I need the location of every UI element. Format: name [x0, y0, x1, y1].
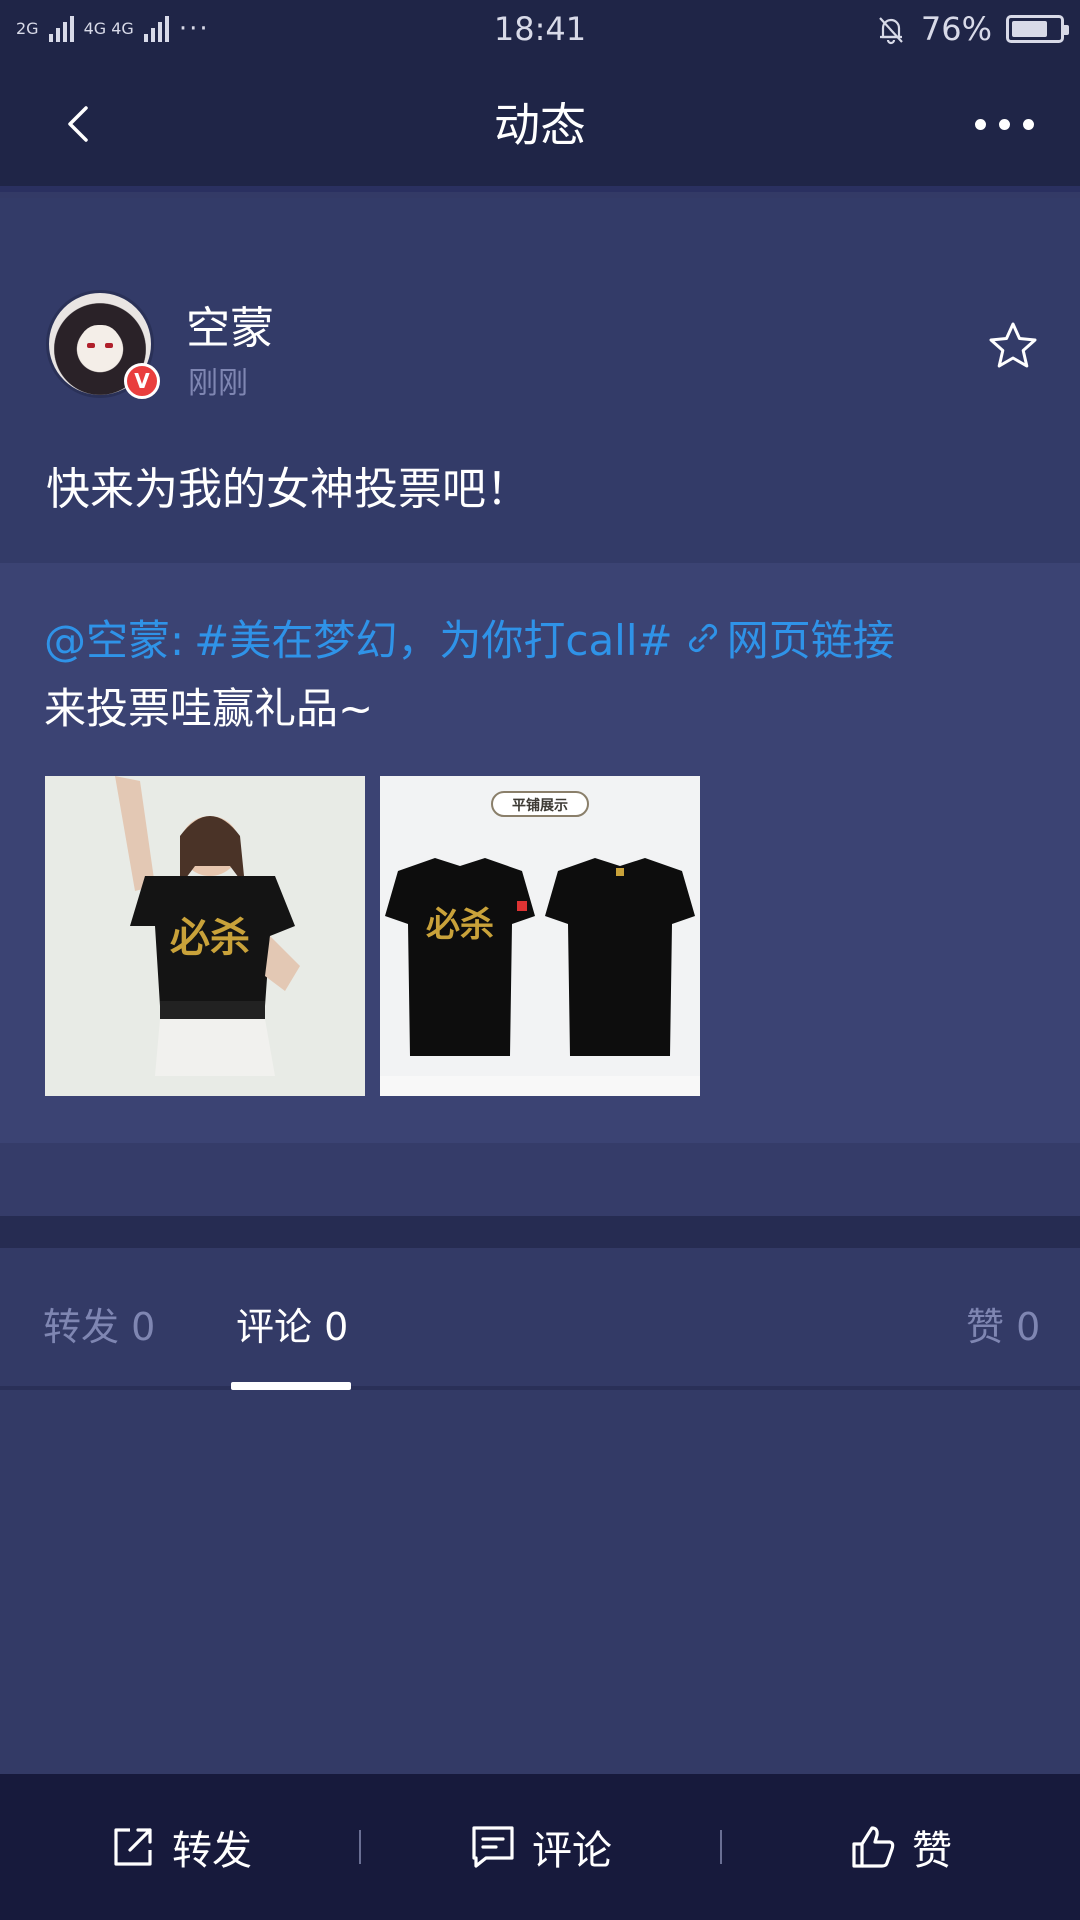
post-header: V 空蒙 刚刚 快来为我的女神投票吧！ [0, 198, 1080, 563]
avatar-eye [87, 343, 95, 348]
username[interactable]: 空蒙 [186, 292, 274, 356]
more-dot [998, 118, 1010, 130]
tab-forward[interactable]: 转发 0 [43, 1296, 155, 1351]
photo-tshirt-flat-display: 平铺展示 必杀 [380, 776, 700, 1096]
favorite-button[interactable] [985, 318, 1041, 374]
post-text: 快来为我的女神投票吧！ [46, 464, 530, 515]
action-separator [720, 1830, 722, 1864]
back-button[interactable] [52, 96, 108, 152]
status-right: 76% [734, 10, 1069, 48]
signal-icon [48, 16, 74, 42]
active-tab-indicator [231, 1382, 351, 1390]
more-dot [974, 118, 986, 130]
battery-fill [1012, 21, 1047, 37]
nav-bar: 动态 [0, 58, 1080, 192]
web-link[interactable]: 网页链接 [727, 607, 895, 668]
bottom-action-bar: 转发 评论 赞 [0, 1774, 1080, 1920]
image-thumbnail-2[interactable]: 平铺展示 必杀 [380, 776, 700, 1096]
content-spacer [0, 1143, 1080, 1216]
battery-icon [1006, 15, 1069, 43]
photo-model-black-tee: 必杀 [45, 776, 365, 1096]
comment-button[interactable]: 评论 [360, 1774, 720, 1920]
more-notifications-icon: ··· [178, 14, 210, 44]
section-divider [0, 1216, 1080, 1248]
forward-button[interactable]: 转发 [0, 1774, 360, 1920]
link-icon [688, 623, 717, 652]
comments-area [0, 1394, 1080, 1774]
forward-label: 转发 [172, 1828, 252, 1874]
tab-forward-count: 0 [131, 1305, 156, 1349]
page-title: 动态 [494, 98, 586, 152]
svg-text:必杀: 必杀 [170, 914, 250, 961]
thumb-tag: 平铺展示 [512, 797, 568, 814]
status-left: 2G 4G 4G ··· [16, 14, 346, 44]
signal-icon-2 [143, 16, 169, 42]
status-bar: 2G 4G 4G ··· 18:41 76% [0, 0, 1080, 58]
like-label: 赞 [912, 1828, 952, 1874]
comment-label: 评论 [532, 1828, 612, 1874]
topic-link[interactable]: #美在梦幻，为你打call# [194, 607, 673, 668]
repost-header: @空蒙: #美在梦幻，为你打call# 网页链接 [44, 607, 895, 668]
tab-comment-label: 评论 [236, 1305, 313, 1349]
network-type-4g: 4G 4G [83, 19, 134, 38]
avatar-eye [105, 343, 113, 348]
tab-like-count: 0 [1016, 1305, 1041, 1349]
share-icon [114, 1828, 152, 1866]
post-timestamp: 刚刚 [188, 366, 248, 401]
repost-block[interactable]: @空蒙: #美在梦幻，为你打call# 网页链接 来投票哇赢礼品~ 必杀 平铺展… [0, 563, 1080, 1143]
like-button[interactable]: 赞 [720, 1774, 1080, 1920]
bell-muted-icon [879, 17, 903, 45]
interaction-tabs: 转发 0 评论 0 赞 0 [0, 1248, 1080, 1390]
mention-link[interactable]: @空蒙: [44, 607, 184, 668]
comment-icon [472, 1826, 514, 1868]
thumbs-up-icon [852, 1826, 895, 1868]
tab-like-label: 赞 [966, 1305, 1005, 1349]
more-button[interactable] [968, 98, 1040, 150]
star-icon [989, 322, 1037, 368]
action-separator [359, 1830, 361, 1864]
clock: 18:41 [493, 10, 587, 48]
battery-percent: 76% [920, 10, 992, 48]
more-dot [1022, 118, 1034, 130]
tab-like[interactable]: 赞 0 [966, 1296, 1040, 1351]
tab-forward-label: 转发 [43, 1305, 120, 1349]
verified-badge-icon: V [124, 363, 160, 399]
chevron-left-icon [68, 106, 88, 142]
svg-text:必杀: 必杀 [426, 905, 494, 945]
network-type-2g: 2G [16, 19, 39, 38]
tab-comment[interactable]: 评论 0 [236, 1296, 348, 1351]
image-thumbnail-1[interactable]: 必杀 [45, 776, 365, 1096]
avatar-face [79, 325, 121, 371]
tab-comment-count: 0 [324, 1305, 349, 1349]
repost-text: 来投票哇赢礼品~ [44, 684, 374, 733]
